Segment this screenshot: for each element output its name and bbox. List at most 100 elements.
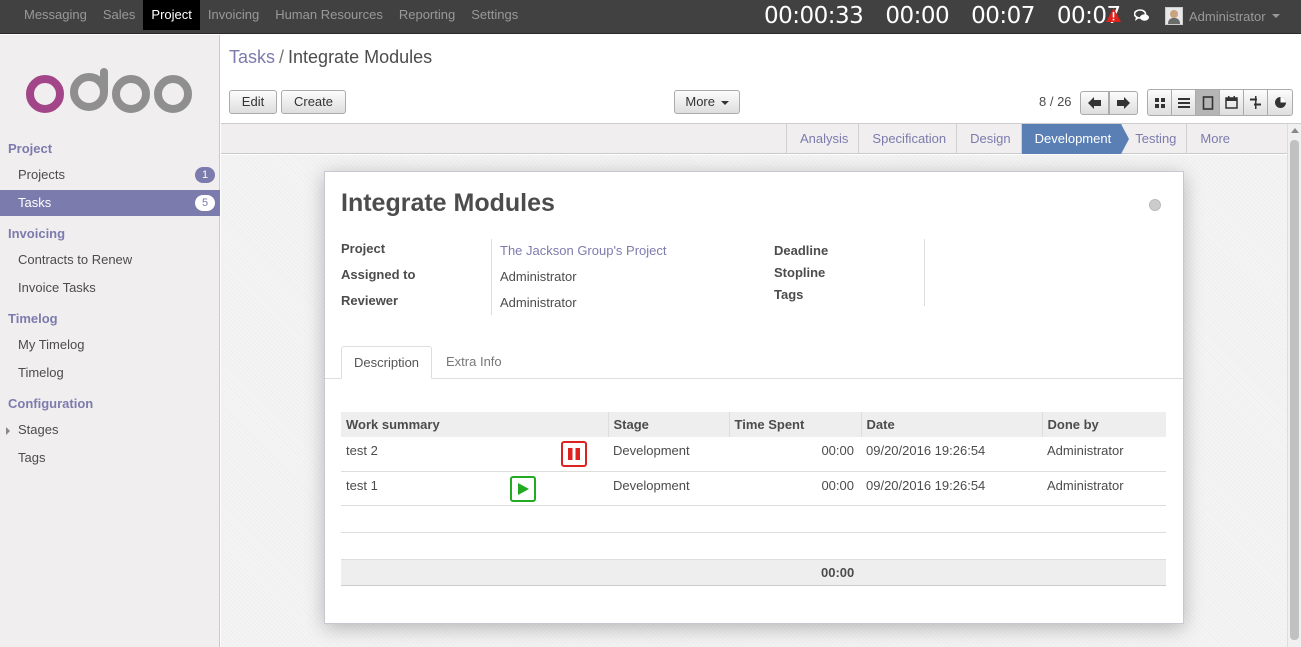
notebook-tabs: Description Extra Info [325, 346, 1183, 379]
stage-design[interactable]: Design [956, 124, 1020, 154]
scrollbar[interactable] [1287, 124, 1301, 647]
user-menu[interactable]: Administrator [1165, 7, 1280, 25]
graph-view-button[interactable] [1268, 90, 1292, 115]
sidebar-item-my-timelog[interactable]: My Timelog [0, 332, 220, 358]
sidebar-item-projects[interactable]: Projects 1 [0, 162, 220, 188]
table-header-row: Work summary Stage Time Spent Date Done … [341, 412, 1166, 437]
work-summary-cell: test 1 [341, 471, 608, 506]
column-header[interactable]: Time Spent [728, 412, 861, 437]
stage-development[interactable]: Development [1020, 124, 1130, 154]
column-header[interactable]: Work summary [341, 412, 608, 437]
count-badge: 5 [195, 195, 215, 211]
stage-arrow [1121, 124, 1130, 154]
assigned-to-label: Assigned to [341, 267, 416, 282]
more-label: More [685, 94, 715, 109]
pause-icon [568, 448, 580, 460]
scroll-up-icon[interactable] [1291, 128, 1299, 133]
work-summary-cell: test 2 [341, 437, 608, 472]
scrollbar-thumb[interactable] [1290, 140, 1299, 640]
column-header[interactable]: Date [860, 412, 1042, 437]
column-header[interactable]: Stage [607, 412, 729, 437]
breadcrumb: Tasks / Integrate Modules [229, 47, 432, 68]
field-divider [491, 239, 492, 315]
caret-down-icon [1271, 14, 1280, 18]
timer-2: 00:00 [885, 3, 950, 29]
chat-icon[interactable] [1134, 9, 1150, 23]
stopline-label: Stopline [774, 265, 826, 280]
create-button[interactable]: Create [281, 90, 346, 114]
menu-messaging[interactable]: Messaging [16, 0, 95, 30]
table-row[interactable]: test 2 Development 00:00 09/20/2016 19:2… [341, 437, 1166, 472]
expand-triangle-icon[interactable] [6, 427, 10, 435]
sidebar-item-label: Tags [18, 450, 46, 465]
sidebar-item-label: Stages [18, 422, 59, 437]
section-timelog: Timelog [8, 311, 58, 326]
sidebar-item-invoice-tasks[interactable]: Invoice Tasks [0, 275, 220, 301]
menu-sales[interactable]: Sales [95, 0, 144, 30]
list-view-button[interactable] [1172, 90, 1196, 115]
breadcrumb-tasks[interactable]: Tasks [229, 47, 275, 67]
arrow-right-icon [1117, 97, 1130, 109]
calendar-view-button[interactable] [1220, 90, 1244, 115]
count-badge: 1 [195, 167, 215, 183]
stage-testing[interactable]: Testing [1121, 124, 1186, 154]
kanban-view-button[interactable] [1148, 90, 1172, 115]
start-timer-button[interactable] [510, 475, 536, 502]
sidebar-item-label: Invoice Tasks [18, 280, 96, 295]
menu-settings[interactable]: Settings [463, 0, 526, 30]
done-by-cell: Administrator [1042, 471, 1166, 506]
sidebar-item-tasks[interactable]: Tasks 5 [0, 190, 220, 216]
stop-timer-button[interactable] [561, 441, 587, 467]
table-footer-row: 00:00 [341, 558, 1166, 586]
sidebar-item-label: My Timelog [18, 337, 85, 352]
gantt-view-button[interactable] [1244, 90, 1268, 115]
stage-specification[interactable]: Specification [858, 124, 956, 154]
section-project: Project [8, 141, 53, 156]
sidebar-item-label: Projects [18, 167, 65, 182]
tab-extra-info[interactable]: Extra Info [434, 346, 514, 379]
top-navbar: Messaging Sales Project Invoicing Human … [0, 0, 1301, 34]
stage-cell: Development [608, 437, 729, 472]
breadcrumb-current: Integrate Modules [288, 47, 433, 67]
section-configuration: Configuration [8, 396, 94, 411]
stage-label: Development [1034, 131, 1112, 146]
menu-project[interactable]: Project [143, 0, 200, 30]
column-header[interactable]: Done by [1041, 412, 1166, 437]
control-panel: Tasks / Integrate Modules Edit Create More… [221, 35, 1301, 124]
edit-button[interactable]: Edit [229, 90, 277, 114]
caret-down-icon [720, 100, 729, 105]
stage-more[interactable]: More [1186, 124, 1240, 154]
sidebar-item-label: Timelog [18, 365, 64, 380]
kanban-state-icon[interactable] [1149, 199, 1161, 211]
pager-next-button[interactable] [1109, 91, 1138, 115]
sidebar: Project Projects 1 Tasks 5 Invoicing Con… [0, 35, 220, 647]
warning-icon[interactable] [1106, 8, 1121, 22]
sidebar-item-stages[interactable]: Stages [0, 417, 220, 443]
menu-reporting[interactable]: Reporting [391, 0, 463, 30]
sidebar-item-contracts-to-renew[interactable]: Contracts to Renew [0, 247, 220, 273]
deadline-label: Deadline [774, 243, 829, 258]
play-icon [518, 482, 529, 495]
sidebar-item-label: Contracts to Renew [18, 252, 133, 267]
menu-invoicing[interactable]: Invoicing [200, 0, 267, 30]
reviewer-value: Administrator [500, 295, 577, 310]
empty-row [341, 505, 1166, 533]
sidebar-item-tags[interactable]: Tags [0, 445, 220, 471]
timers: 00:00:33 00:00 00:07 00:07 [764, 0, 1143, 32]
menu-human-resources[interactable]: Human Resources [267, 0, 391, 30]
more-dropdown-button[interactable]: More [674, 90, 740, 114]
pager-previous-button[interactable] [1080, 91, 1109, 115]
tags-label: Tags [774, 287, 804, 302]
stage-analysis[interactable]: Analysis [786, 124, 858, 154]
pager-value: 8 / 26 [1039, 94, 1072, 109]
stage-statusbar: Analysis Specification Design Developmen… [221, 124, 1301, 154]
odoo-logo [26, 68, 192, 113]
tab-description[interactable]: Description [341, 346, 433, 379]
sidebar-item-timelog[interactable]: Timelog [0, 360, 220, 386]
form-view-button[interactable] [1196, 90, 1220, 115]
empty-row [341, 532, 1166, 560]
timer-3: 00:07 [971, 3, 1035, 29]
project-value-link[interactable]: The Jackson Group's Project [500, 243, 667, 258]
table-row[interactable]: test 1 Development 00:00 09/20/2016 19:2… [341, 471, 1166, 506]
footer-cell [341, 558, 729, 586]
